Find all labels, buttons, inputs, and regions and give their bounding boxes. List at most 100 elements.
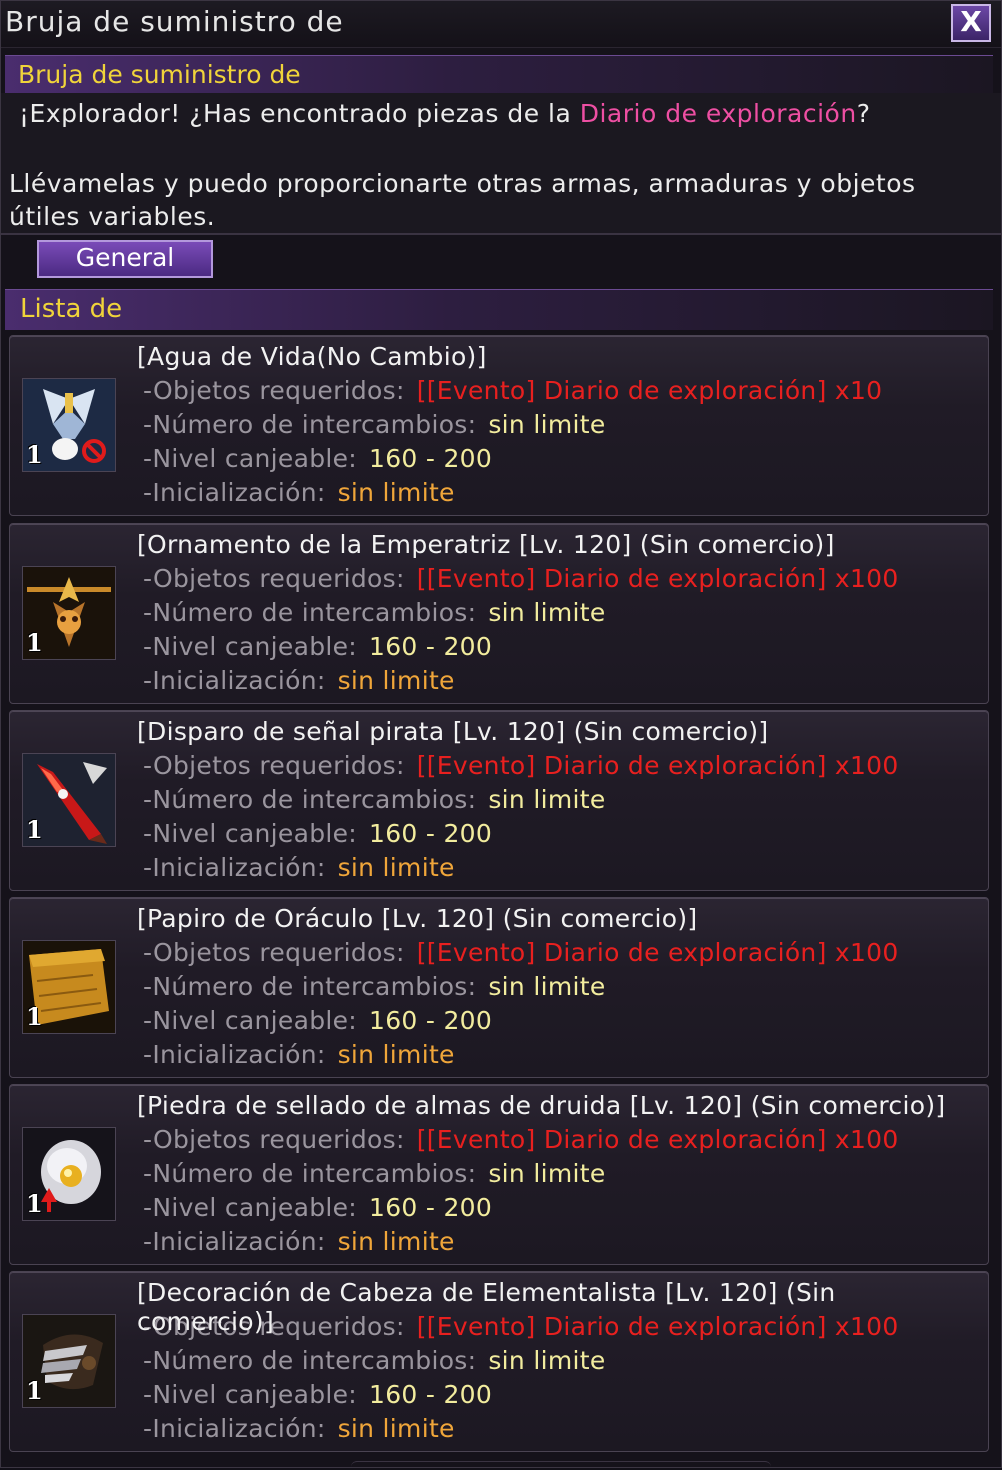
item-quantity: 1 xyxy=(26,815,43,844)
dialog-line-1-prefix: ¡Explorador! ¿Has encontrado piezas de l… xyxy=(19,99,580,128)
level-value: 160 - 200 xyxy=(369,819,493,848)
required-items-row: -Objetos requeridos: [[Evento] Diario de … xyxy=(143,751,899,780)
reset-value: sin limite xyxy=(337,478,455,507)
exchanges-value: sin limite xyxy=(488,1346,606,1375)
level-row: -Nivel canjeable: 160 - 200 xyxy=(143,819,492,848)
required-label: -Objetos requeridos: xyxy=(143,1125,405,1154)
list-header: Lista de xyxy=(5,289,993,330)
item-quantity: 1 xyxy=(26,628,43,657)
window-titlebar[interactable]: Bruja de suministro de X xyxy=(1,1,1001,48)
reset-label: -Inicialización: xyxy=(143,1227,326,1256)
item-name: [Agua de Vida(No Cambio)] xyxy=(137,342,487,371)
reset-row: -Inicialización: sin limite xyxy=(143,1227,455,1256)
level-label: -Nivel canjeable: xyxy=(143,1193,358,1222)
exchanges-row: -Número de intercambios: sin limite xyxy=(143,785,606,814)
required-value: [[Evento] Diario de exploración] x100 xyxy=(416,564,899,593)
druid-soul-stone-icon: 1 xyxy=(22,1127,116,1221)
item-name: [Decoración de Cabeza de Elementalista [… xyxy=(137,1278,836,1336)
exchanges-value: sin limite xyxy=(488,410,606,439)
exchange-item[interactable]: 1 [Disparo de señal pirata [Lv. 120] (Si… xyxy=(9,710,989,891)
exchange-item[interactable]: 1 [Papiro de Oráculo [Lv. 120] (Sin come… xyxy=(9,897,989,1078)
level-row: -Nivel canjeable: 160 - 200 xyxy=(143,444,492,473)
item-quantity: 1 xyxy=(26,440,43,469)
item-name: [Ornamento de la Emperatriz [Lv. 120] (S… xyxy=(137,530,835,559)
required-value: [[Evento] Diario de exploración] x100 xyxy=(416,751,899,780)
reset-label: -Inicialización: xyxy=(143,1040,326,1069)
reset-value: sin limite xyxy=(337,1227,455,1256)
exchanges-label: -Número de intercambios: xyxy=(143,1159,477,1188)
npc-dialog: ¡Explorador! ¿Has encontrado piezas de l… xyxy=(1,93,1001,233)
reset-value: sin limite xyxy=(337,1040,455,1069)
dialog-line-1: ¡Explorador! ¿Has encontrado piezas de l… xyxy=(19,99,870,128)
level-row: -Nivel canjeable: 160 - 200 xyxy=(143,1006,492,1035)
exchanges-label: -Número de intercambios: xyxy=(143,410,477,439)
reset-row: -Inicialización: sin limite xyxy=(143,478,455,507)
exchange-item[interactable]: 1 [Decoración de Cabeza de Elementalista… xyxy=(9,1271,989,1452)
level-row: -Nivel canjeable: 160 - 200 xyxy=(143,1193,492,1222)
level-row: -Nivel canjeable: 160 - 200 xyxy=(143,632,492,661)
required-value: [[Evento] Diario de exploración] x100 xyxy=(416,1125,899,1154)
required-items-row: -Objetos requeridos: [[Evento] Diario de … xyxy=(143,1125,899,1154)
scroll-edge xyxy=(351,1461,771,1470)
level-label: -Nivel canjeable: xyxy=(143,1006,358,1035)
reset-row: -Inicialización: sin limite xyxy=(143,1414,455,1443)
npc-name-header: Bruja de suministro de xyxy=(5,55,993,94)
item-name: [Disparo de señal pirata [Lv. 120] (Sin … xyxy=(137,717,769,746)
dialog-line-2: Llévamelas y puedo proporcionarte otras … xyxy=(9,169,916,231)
dialog-line-1-suffix: ? xyxy=(856,99,871,128)
required-value: [[Evento] Diario de exploración] x100 xyxy=(416,938,899,967)
item-quantity: 1 xyxy=(26,1376,43,1405)
divider xyxy=(1,233,1001,235)
exchange-item[interactable]: 1 [Piedra de sellado de almas de druida … xyxy=(9,1084,989,1265)
npc-name: Bruja de suministro de xyxy=(18,60,301,89)
window-title: Bruja de suministro de xyxy=(5,5,344,38)
level-value: 160 - 200 xyxy=(369,1380,493,1409)
reset-label: -Inicialización: xyxy=(143,1414,326,1443)
exchanges-row: -Número de intercambios: sin limite xyxy=(143,1346,606,1375)
level-row: -Nivel canjeable: 160 - 200 xyxy=(143,1380,492,1409)
pirate-flare-icon: 1 xyxy=(22,753,116,847)
exchanges-value: sin limite xyxy=(488,785,606,814)
required-label: -Objetos requeridos: xyxy=(143,564,405,593)
exchange-item[interactable]: 1 [Ornamento de la Emperatriz [Lv. 120] … xyxy=(9,523,989,704)
reset-value: sin limite xyxy=(337,666,455,695)
required-label: -Objetos requeridos: xyxy=(143,376,405,405)
reset-row: -Inicialización: sin limite xyxy=(143,666,455,695)
tab-general[interactable]: General xyxy=(37,240,213,278)
level-value: 160 - 200 xyxy=(369,632,493,661)
reset-value: sin limite xyxy=(337,1414,455,1443)
reset-row: -Inicialización: sin limite xyxy=(143,1040,455,1069)
item-name: [Papiro de Oráculo [Lv. 120] (Sin comerc… xyxy=(137,904,698,933)
supply-witch-window: Bruja de suministro de X Bruja de sumini… xyxy=(0,0,1002,1468)
level-label: -Nivel canjeable: xyxy=(143,1380,358,1409)
elementalist-head-decoration-icon: 1 xyxy=(22,1314,116,1408)
item-quantity: 1 xyxy=(26,1002,43,1031)
exchanges-label: -Número de intercambios: xyxy=(143,972,477,1001)
level-value: 160 - 200 xyxy=(369,1193,493,1222)
water-of-life-icon: 1 xyxy=(22,378,116,472)
oracle-papyrus-icon: 1 xyxy=(22,940,116,1034)
required-label: -Objetos requeridos: xyxy=(143,751,405,780)
exchanges-value: sin limite xyxy=(488,598,606,627)
exchange-item[interactable]: 1 [Agua de Vida(No Cambio)] -Objetos req… xyxy=(9,335,989,516)
item-name: [Piedra de sellado de almas de druida [L… xyxy=(137,1091,946,1120)
level-label: -Nivel canjeable: xyxy=(143,632,358,661)
reset-label: -Inicialización: xyxy=(143,853,326,882)
reset-row: -Inicialización: sin limite xyxy=(143,853,455,882)
exchanges-row: -Número de intercambios: sin limite xyxy=(143,1159,606,1188)
required-items-row: -Objetos requeridos: [[Evento] Diario de … xyxy=(143,938,899,967)
exploration-diary-highlight: Diario de exploración xyxy=(579,99,857,128)
level-label: -Nivel canjeable: xyxy=(143,819,358,848)
required-value: [[Evento] Diario de exploración] x10 xyxy=(416,376,883,405)
exchanges-label: -Número de intercambios: xyxy=(143,785,477,814)
exchanges-row: -Número de intercambios: sin limite xyxy=(143,972,606,1001)
exchanges-value: sin limite xyxy=(488,972,606,1001)
level-label: -Nivel canjeable: xyxy=(143,444,358,473)
required-items-row: -Objetos requeridos: [[Evento] Diario de … xyxy=(143,376,882,405)
required-label: -Objetos requeridos: xyxy=(143,938,405,967)
reset-label: -Inicialización: xyxy=(143,666,326,695)
close-button[interactable]: X xyxy=(951,4,991,42)
exchanges-row: -Número de intercambios: sin limite xyxy=(143,410,606,439)
list-title: Lista de xyxy=(20,294,123,324)
level-value: 160 - 200 xyxy=(369,1006,493,1035)
